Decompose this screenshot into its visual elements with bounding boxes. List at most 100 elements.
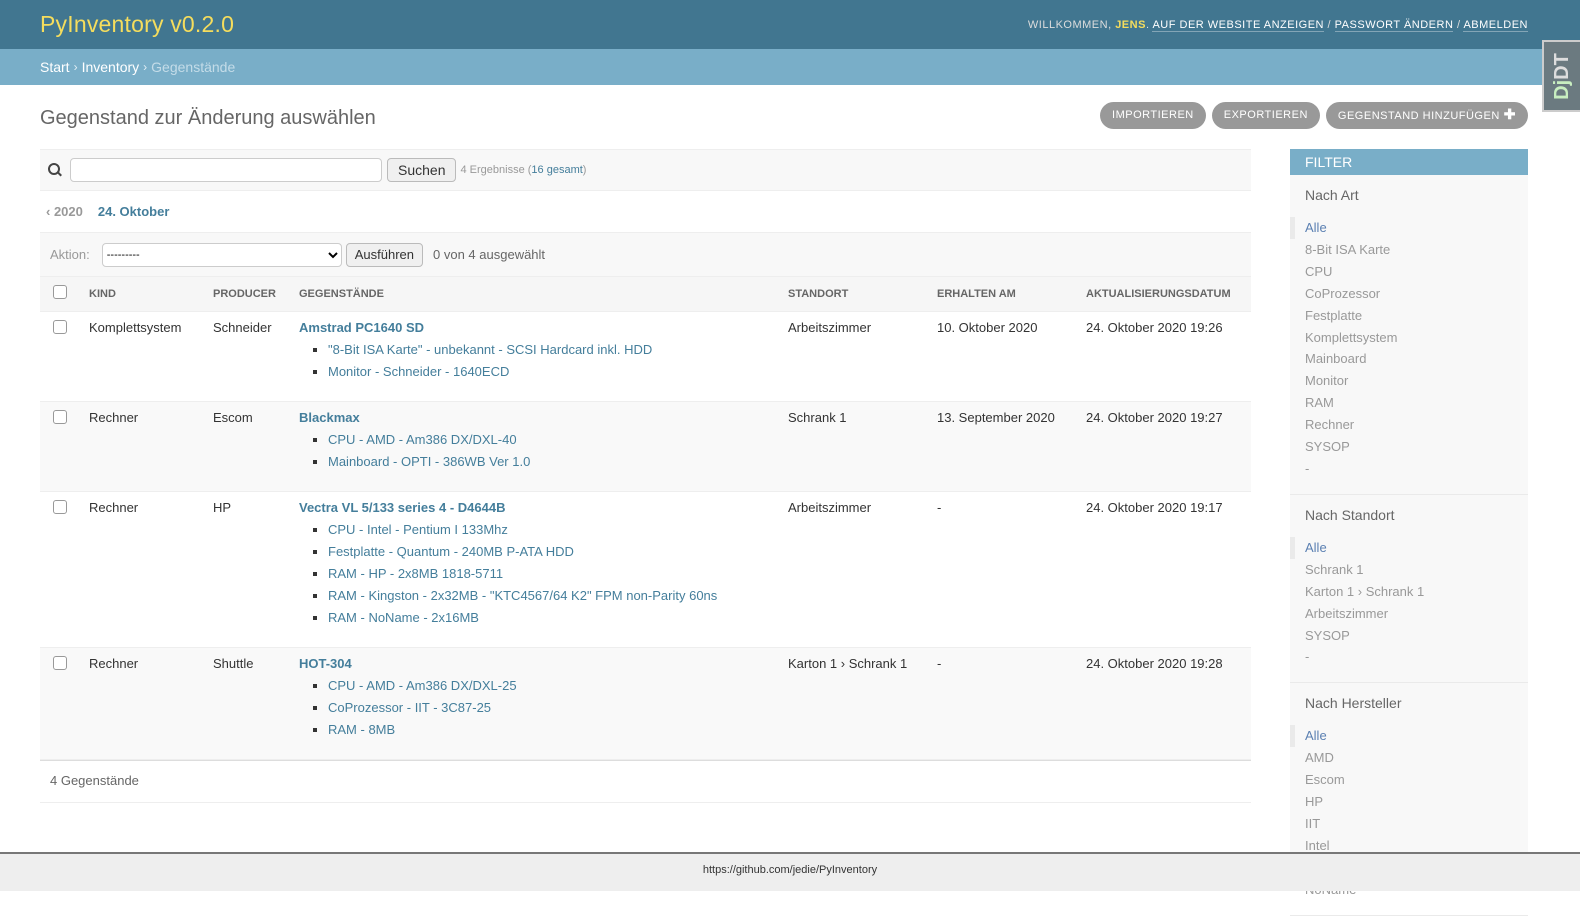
debug-toolbar-handle[interactable]: DjDT [1542,40,1580,112]
part-item: Festplatte - Quantum - 240MB P-ATA HDD [328,541,772,563]
part-link[interactable]: RAM - HP - 2x8MB 1818-5711 [328,566,503,581]
add-item-button[interactable]: Gegenstand hinzufügen ✚ [1325,102,1528,129]
column-header-producer[interactable]: Producer [205,277,291,312]
column-header-received[interactable]: Erhalten am [929,277,1078,312]
row-select-cell [40,401,81,492]
filter-link[interactable]: - [1305,649,1309,664]
part-link[interactable]: CPU - Intel - Pentium I 133Mhz [328,522,508,537]
filter-link[interactable]: Monitor [1305,373,1348,388]
filter-link[interactable]: Rechner [1305,417,1354,432]
column-header-items[interactable]: Gegenstände [291,277,780,312]
search-icon [48,163,62,177]
filter-link[interactable]: Festplatte [1305,308,1362,323]
filter-link[interactable]: Alle [1305,540,1327,555]
filter-group-title: Nach Standort [1305,506,1395,523]
search-input[interactable] [70,158,382,182]
breadcrumb-home[interactable]: Start [40,59,70,75]
footer: https://github.com/jedie/PyInventory [0,852,1580,891]
parts-list: CPU - AMD - Am386 DX/DXL-25 CoProzessor -… [299,675,772,741]
username: Jens [1115,18,1146,31]
table-row: Rechner Shuttle HOT-304 CPU - AMD - Am386… [40,647,1251,760]
filter-link[interactable]: 8-Bit ISA Karte [1305,242,1390,257]
cell-received: - [929,491,1078,648]
filter-link[interactable]: HP [1305,794,1323,809]
cell-items: Amstrad PC1640 SD "8-Bit ISA Karte" - unb… [291,311,780,402]
item-link[interactable]: Amstrad PC1640 SD [299,320,424,335]
select-all-header [40,277,81,312]
row-checkbox[interactable] [53,499,67,514]
filter-link[interactable]: CoProzessor [1305,286,1380,301]
paginator: 4 Gegenstände [40,759,1251,803]
row-checkbox[interactable] [53,319,67,334]
filter-link[interactable]: SYSOP [1305,628,1350,643]
djdt-logo-icon: DjDT [1550,52,1573,100]
filter-link[interactable]: Intel [1305,838,1330,853]
logout-link[interactable]: Abmelden [1463,18,1528,32]
date-back-link[interactable]: ‹ 2020 [46,204,83,219]
filter-link[interactable]: Mainboard [1305,351,1366,366]
filter-link[interactable]: - [1305,461,1309,476]
cell-updated: 24. Oktober 2020 19:28 [1078,647,1251,760]
part-link[interactable]: RAM - 8MB [328,722,395,737]
part-item: RAM - NoName - 2x16MB [328,607,772,629]
search-button[interactable]: Suchen [387,158,457,182]
part-link[interactable]: "8-Bit ISA Karte" - unbekannt - SCSI Har… [328,342,652,357]
column-header-updated[interactable]: Aktualisierungsdatum [1078,277,1251,312]
filter-link[interactable]: Alle [1305,728,1327,743]
site-branding[interactable]: PyInventory v0.2.0 [40,11,234,38]
item-link[interactable]: Vectra VL 5/133 series 4 - D4644B [299,500,505,515]
column-header-kind[interactable]: Kind [81,277,205,312]
filter-option: Alle [1290,725,1528,748]
action-select[interactable]: --------- [101,242,342,267]
item-link[interactable]: Blackmax [299,410,360,425]
filter-link[interactable]: Komplettsystem [1305,330,1397,345]
filter-link[interactable]: RAM [1305,395,1334,410]
part-link[interactable]: RAM - NoName - 2x16MB [328,610,479,625]
run-action-button[interactable]: Ausführen [345,242,424,267]
export-button[interactable]: Exportieren [1211,102,1320,129]
filter-link[interactable]: Escom [1305,772,1345,787]
cell-producer: Schneider [205,311,291,402]
filter-link[interactable]: Schrank 1 [1305,562,1364,577]
row-checkbox[interactable] [53,655,67,670]
filter-option: AMD [1290,747,1528,769]
filter-title: Filter [1290,149,1528,175]
change-password-link[interactable]: Passwort ändern [1334,18,1454,32]
cell-location: Karton 1 › Schrank 1 [780,647,929,760]
filter-link[interactable]: CPU [1305,264,1332,279]
search-result-count: 4 Ergebnisse (16 gesamt) [460,164,587,176]
github-link[interactable]: https://github.com/jedie/PyInventory [703,864,877,876]
select-all-checkbox[interactable] [53,285,67,300]
filter-link[interactable]: SYSOP [1305,439,1350,454]
cell-location: Schrank 1 [780,401,929,492]
filter-link[interactable]: Alle [1305,220,1327,235]
filter-link[interactable]: Karton 1 › Schrank 1 [1305,584,1424,599]
part-link[interactable]: Mainboard - OPTI - 386WB Ver 1.0 [328,454,530,469]
filter-option: Mainboard [1290,348,1528,370]
breadcrumb-inventory[interactable]: Inventory [82,59,140,75]
filter-link[interactable]: IIT [1305,816,1320,831]
filter-link[interactable]: AMD [1305,750,1334,765]
part-link[interactable]: CoProzessor - IIT - 3C87-25 [328,700,491,715]
row-checkbox[interactable] [53,409,67,424]
row-select-cell [40,491,81,648]
parts-list: "8-Bit ISA Karte" - unbekannt - SCSI Har… [299,339,772,383]
import-button[interactable]: Importieren [1100,102,1206,129]
part-link[interactable]: Festplatte - Quantum - 240MB P-ATA HDD [328,544,574,559]
filter-option: Rechner [1290,414,1528,436]
content: Gegenstand zur Änderung auswählen Import… [40,85,1540,803]
parts-list: CPU - Intel - Pentium I 133Mhz Festplatte… [299,519,772,629]
part-link[interactable]: CPU - AMD - Am386 DX/DXL-40 [328,432,517,447]
column-header-location[interactable]: Standort [780,277,929,312]
welcome-text: Willkommen, [1027,18,1112,31]
view-site-link[interactable]: Auf der Website anzeigen [1152,18,1324,32]
part-link[interactable]: RAM - Kingston - 2x32MB - "KTC4567/64 K2… [328,588,717,603]
filter-option: SYSOP [1290,625,1528,647]
show-all-link[interactable]: 16 gesamt [531,164,582,176]
item-link[interactable]: HOT-304 [299,656,352,671]
filter-option: CPU [1290,261,1528,283]
part-link[interactable]: Monitor - Schneider - 1640ECD [328,364,509,379]
part-link[interactable]: CPU - AMD - Am386 DX/DXL-25 [328,678,517,693]
filter-option: Alle [1290,536,1528,559]
filter-link[interactable]: Arbeitszimmer [1305,606,1388,621]
